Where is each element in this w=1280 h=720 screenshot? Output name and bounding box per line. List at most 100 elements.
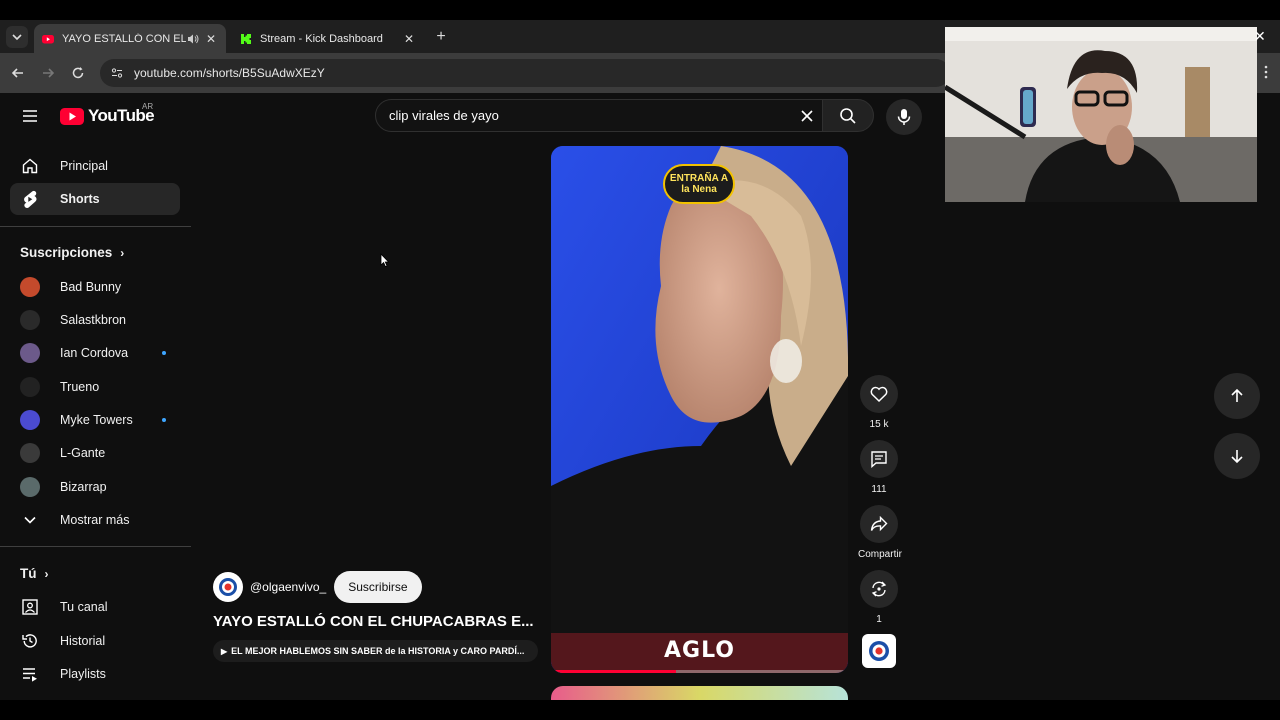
tab-close-icon[interactable]: ✕ [402,32,416,46]
sidebar-item-label: Trueno [60,380,100,394]
you-heading-label: Tú [20,566,37,581]
arrow-right-icon [43,68,55,78]
playlist-label: EL MEJOR HABLEMOS SIN SABER de la HISTOR… [231,646,525,656]
letterbox-top [0,0,1280,20]
heart-icon [870,386,888,402]
short-video-player[interactable]: ENTRAÑA A la Nena AGLO [551,146,848,673]
home-icon [20,156,40,176]
show-more-button[interactable]: Mostrar más [10,504,180,536]
remix-count: 1 [876,614,882,625]
webcam-feed [945,27,1257,202]
chevron-right-icon: › [44,566,49,581]
sound-thumbnail-button[interactable] [862,634,896,668]
avatar [20,377,40,397]
like-count: 15 k [869,419,889,430]
sidebar-item-playlists[interactable]: Playlists [10,658,180,690]
subscriptions-heading-label: Suscripciones [20,245,113,260]
search-input[interactable]: clip virales de yayo [375,99,823,132]
clear-search-icon[interactable] [792,109,822,123]
back-button[interactable] [8,63,28,83]
sidebar-item-label: Tu canal [60,600,108,614]
new-content-dot [162,418,166,422]
subscriptions-heading[interactable]: Suscripciones › [20,245,124,260]
address-bar[interactable]: youtube.com/shorts/B5SuAdwXEzY [100,59,950,87]
video-frame [551,146,848,673]
playlist-link[interactable]: ▶ EL MEJOR HABLEMOS SIN SABER de la HIST… [213,640,538,662]
search-icon [840,107,856,124]
share-button[interactable] [860,505,898,543]
video-caption: AGLO [663,638,736,663]
remix-button[interactable] [860,570,898,608]
next-short-button[interactable] [1214,433,1260,479]
sidebar-divider [0,226,191,227]
youtube-logo[interactable]: YouTube AR [60,102,155,126]
like-button[interactable] [860,375,898,413]
sidebar-item-ian-cordova[interactable]: Ian Cordova [10,337,180,369]
avatar [20,310,40,330]
share-label: Compartir [858,549,902,560]
sidebar-item-l-gante[interactable]: L-Gante [10,437,180,469]
letterbox-bottom [0,700,1280,720]
audio-playing-icon[interactable] [186,32,200,46]
sidebar-item-myke-towers[interactable]: Myke Towers [10,404,180,436]
channel-avatar[interactable] [213,572,243,602]
share-action: Compartir [858,505,902,560]
comment-count: 111 [871,484,887,495]
sidebar-item-bizarrap[interactable]: Bizarrap [10,471,180,503]
arrow-left-icon [11,68,23,78]
sidebar-item-bad-bunny[interactable]: Bad Bunny [10,271,180,303]
forward-button[interactable] [38,63,58,83]
screen: YAYO ESTALLÓ CON EL CHUPACABRAS ✕ Stream… [0,0,1280,720]
chevron-down-icon [20,510,40,530]
chevron-right-icon: › [120,245,125,260]
sidebar-item-label: Bizarrap [60,480,107,494]
tab-search-button[interactable] [6,26,28,48]
comment-button[interactable] [860,440,898,478]
search-button[interactable] [822,99,874,132]
like-action: 15 k [858,375,900,430]
sidebar-item-historial[interactable]: Historial [10,625,180,657]
short-title[interactable]: YAYO ESTALLÓ CON EL CHUPACABRAS E... [213,613,541,630]
sound-thumbnail-icon [869,641,889,661]
site-info-icon[interactable] [110,66,124,80]
avatar [20,443,40,463]
sidebar-item-principal[interactable]: Principal [10,150,180,182]
sidebar-item-label: Shorts [60,192,100,206]
channel-icon [20,597,40,617]
you-heading[interactable]: Tú › [20,566,49,581]
search-query: clip virales de yayo [389,108,499,123]
sidebar-item-trueno[interactable]: Trueno [10,371,180,403]
reload-button[interactable] [68,63,88,83]
sidebar-item-tu-canal[interactable]: Tu canal [10,591,180,623]
sound-action [858,634,900,668]
sidebar-item-label: Playlists [60,667,106,681]
close-icon[interactable]: ✕ [1254,28,1266,45]
channel-row: @olgaenvivo_ Suscribirse [213,571,422,603]
sidebar-item-label: L-Gante [60,446,106,460]
tab-kick[interactable]: Stream - Kick Dashboard ✕ [232,24,424,53]
remix-action: 1 [858,570,900,625]
tab-youtube[interactable]: YAYO ESTALLÓ CON EL CHUPACABRAS ✕ [34,24,226,53]
previous-short-button[interactable] [1214,373,1260,419]
voice-search-button[interactable] [886,99,922,135]
sidebar-item-shorts[interactable]: Shorts [10,183,180,215]
sidebar-item-label: Myke Towers [60,413,133,427]
play-icon: ▶ [221,646,228,656]
menu-icon[interactable] [20,106,40,126]
shorts-icon [20,189,40,209]
tab-title: YAYO ESTALLÓ CON EL CHUPACABRAS [62,32,186,45]
subscribe-button[interactable]: Suscribirse [334,571,422,603]
chevron-down-icon [12,34,22,41]
sidebar-item-salastkbron[interactable]: Salastkbron [10,304,180,336]
video-progress-fill [551,670,676,673]
browser-menu-icon[interactable] [1264,65,1268,84]
microphone-icon [897,109,911,125]
sidebar-item-label: Bad Bunny [60,280,122,294]
sidebar-divider [0,546,191,547]
new-tab-icon[interactable]: + [432,28,450,46]
remix-icon [871,581,887,597]
mouse-cursor-icon [380,253,390,268]
avatar [20,410,40,430]
channel-handle[interactable]: @olgaenvivo_ [250,580,326,594]
tab-close-icon[interactable]: ✕ [204,32,218,46]
